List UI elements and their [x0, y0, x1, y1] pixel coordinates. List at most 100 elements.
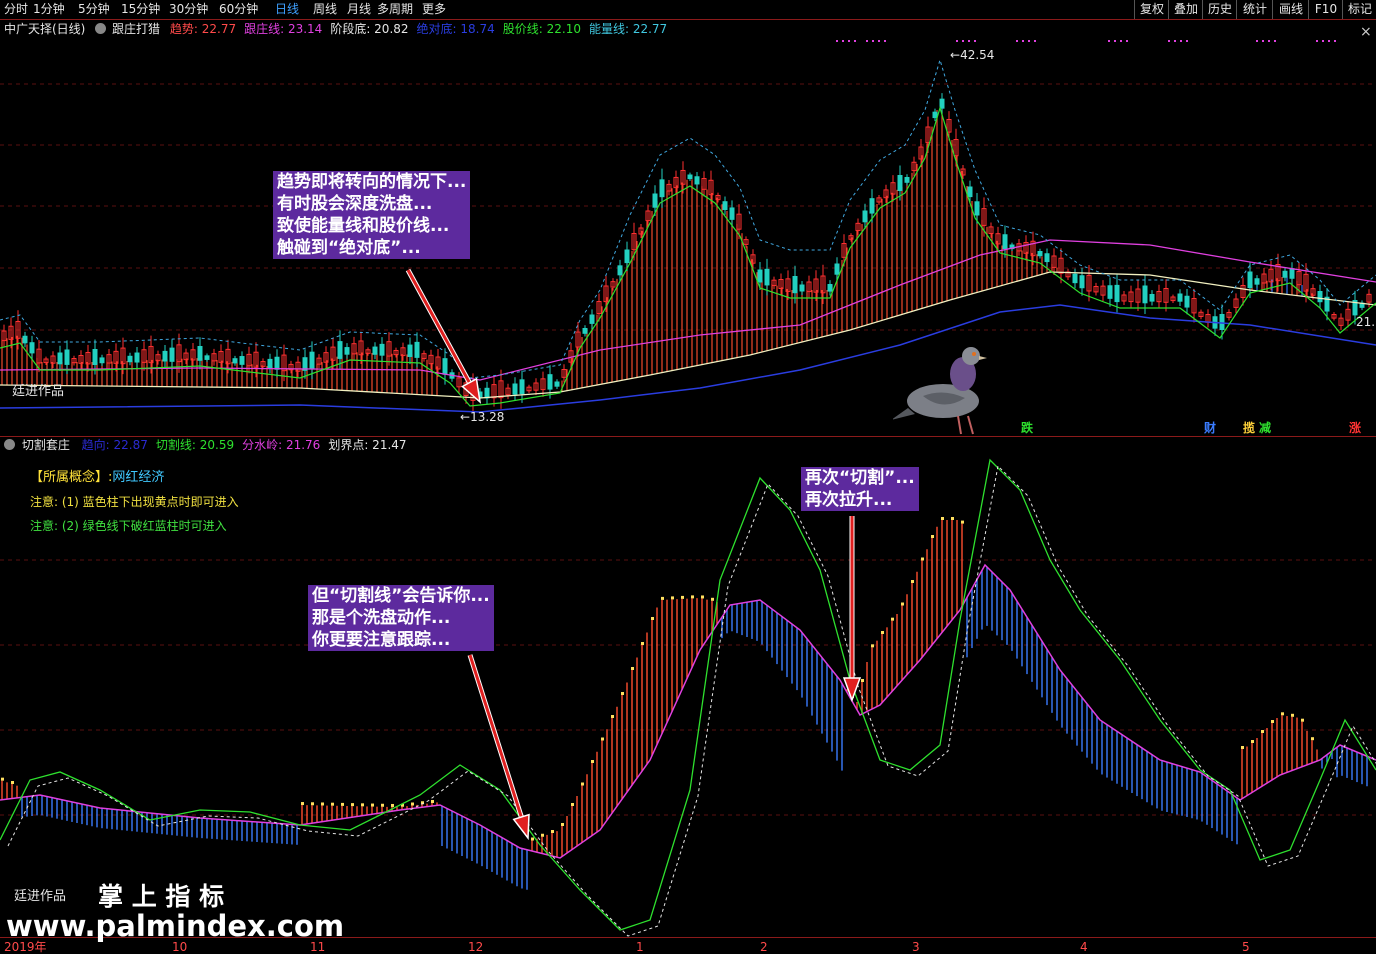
annotation-arrow: [512, 813, 530, 841]
sub-bar-cap: [661, 596, 664, 600]
marker-dot: [842, 40, 844, 42]
gear-icon[interactable]: [4, 439, 15, 450]
sub-bar-cap: [1, 777, 4, 781]
candle: [764, 268, 770, 286]
right-price-label: 21.6: [1356, 315, 1376, 329]
legend-item-4: 股价线: 22.10: [502, 22, 581, 36]
candle: [1107, 285, 1113, 299]
axis-label: 11: [310, 940, 326, 954]
chart-canvas: [0, 40, 1376, 938]
annotation-line: 触碰到“绝对底”...: [277, 238, 421, 258]
sub-bar-cap: [541, 833, 544, 837]
marker-dot: [884, 40, 886, 42]
legend-item-2: 分水岭: 21.76: [242, 438, 321, 452]
candle: [862, 210, 868, 223]
candle: [1219, 314, 1225, 330]
low-price-value: 13.28: [470, 410, 505, 424]
marker-dot: [872, 40, 874, 42]
candle: [267, 358, 273, 369]
annotation-cut-again: 再次“切割”... 再次拉升...: [801, 467, 919, 511]
sub-bar-cap: [381, 803, 384, 807]
signal-wealth: 财: [1204, 421, 1217, 435]
candle: [29, 342, 35, 354]
sub-bar-cap: [951, 517, 954, 520]
sub-bar-cap: [901, 602, 904, 606]
candle: [827, 284, 833, 292]
candle: [1247, 271, 1253, 289]
sub-indicator-name[interactable]: 切割套庄: [22, 438, 70, 452]
marker-dot: [1274, 40, 1276, 42]
candle: [799, 284, 805, 292]
marker-dot: [1328, 40, 1330, 42]
sub-bar-cap: [371, 803, 374, 807]
candle: [99, 357, 105, 364]
marker-dot: [974, 40, 976, 42]
marker-dot: [968, 40, 970, 42]
candle: [547, 374, 553, 390]
legend-item-3: 划界点: 21.47: [328, 438, 407, 452]
legend-item-5: 能量线: 22.77: [588, 22, 668, 36]
annotation-washout: 趋势即将转向的情况下... 有时股会深度洗盘... 致使能量线和股价线... 触…: [273, 171, 471, 259]
annotation-line: 有时股会深度洗盘...: [277, 194, 433, 214]
sub-bar-cap: [711, 597, 714, 601]
candle: [694, 176, 700, 185]
candle: [897, 175, 903, 191]
main-indicator-name[interactable]: 跟庄打猎: [112, 22, 160, 36]
annotation-line: 再次“切割”...: [805, 468, 915, 488]
annotation-line: 那是个洗盘动作...: [312, 608, 451, 628]
candle: [757, 269, 763, 283]
candle: [1289, 268, 1295, 279]
candle: [624, 249, 630, 264]
candle: [169, 347, 175, 362]
annotation-arrow: [842, 677, 862, 703]
marker-dot: [1034, 40, 1036, 42]
sub-bar-cap: [621, 692, 624, 695]
candle: [939, 98, 945, 109]
sub-bar-cap: [391, 803, 394, 807]
concept-value: 网红经济: [112, 470, 165, 485]
sub-bar-cap: [11, 781, 14, 784]
candle: [904, 177, 910, 183]
candle: [729, 207, 735, 220]
sub-bar-cap: [651, 617, 654, 620]
candle: [1114, 284, 1120, 303]
sub-bar-cap: [681, 595, 684, 599]
gear-icon[interactable]: [95, 23, 107, 34]
candle: [1142, 285, 1148, 304]
sub-bar-cap: [591, 760, 594, 763]
sub-bar-cap: [561, 823, 564, 826]
high-price-label: ←42.54: [950, 48, 995, 62]
candle: [1184, 295, 1190, 308]
annotation-line: 再次拉升...: [805, 490, 893, 510]
candle: [1072, 273, 1078, 284]
candle: [337, 341, 343, 359]
candle: [1149, 294, 1155, 302]
candle: [134, 352, 140, 363]
candle: [1177, 293, 1183, 302]
legend-item-2: 阶段底: 20.82: [330, 22, 409, 36]
candle: [1282, 270, 1288, 278]
sub-bar-cap: [1241, 746, 1244, 749]
marker-dot: [1256, 40, 1258, 42]
candle: [309, 351, 315, 369]
sub-bar-cap: [881, 631, 884, 634]
watershed-line: [0, 563, 1376, 859]
stock-name: 中广天择(日线): [4, 22, 86, 36]
sub-bar-cap: [341, 802, 344, 806]
candle: [1254, 278, 1260, 285]
marker-dot: [1268, 40, 1270, 42]
sub-bar-cap: [1261, 730, 1264, 733]
candle: [204, 355, 210, 360]
candle: [344, 347, 350, 355]
sub-bar-cap: [581, 782, 584, 786]
signal-rise: 涨: [1349, 421, 1362, 435]
marker-dot: [1262, 40, 1264, 42]
marker-dot: [1108, 40, 1110, 42]
marker-dot: [836, 40, 838, 42]
candle: [1044, 253, 1050, 263]
annotation-line: 趋势即将转向的情况下...: [277, 172, 467, 192]
sub-bar-cap: [531, 837, 534, 841]
legend-item-1: 跟庄线: 23.14: [244, 22, 323, 36]
main-legend: 中广天择(日线) 跟庄打猎 趋势: 22.77 跟庄线: 23.14 阶段底: 20…: [4, 22, 675, 36]
sub-bar-cap: [641, 642, 644, 645]
